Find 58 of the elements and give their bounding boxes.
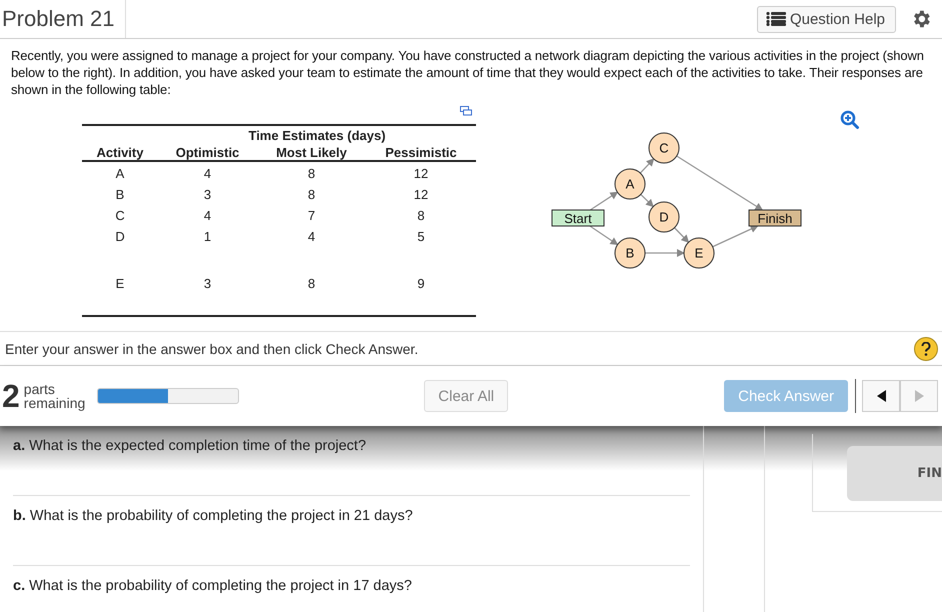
question-text: b. What is the probability of completing the project in 21 days?: [13, 508, 413, 526]
table-cell-text: 1: [202, 228, 212, 246]
finish-node: Finish: [748, 210, 802, 226]
table-cell-text: 5: [416, 228, 426, 246]
column-heading: Optimistic: [158, 143, 257, 161]
parts-count: 2: [2, 378, 20, 414]
table-cell: 8: [257, 161, 366, 183]
column-heading: Most Likely: [257, 143, 366, 161]
activity-node: D: [648, 202, 680, 232]
zoom-in-icon[interactable]: [840, 110, 860, 130]
column-heading: Activity: [82, 143, 158, 161]
table-cell: E: [82, 246, 158, 316]
activity-node: E: [684, 238, 714, 268]
table-cell-text: 4: [306, 228, 316, 246]
arrow: [712, 225, 759, 248]
arrow: [640, 194, 654, 208]
table-cell: 12: [366, 161, 476, 183]
table-cell-text: 8: [416, 207, 426, 225]
table-cell-text: 12: [412, 186, 430, 204]
activity-node: B: [614, 238, 646, 268]
table-cell-text: 8: [306, 186, 316, 204]
problem-description: Recently, you were assigned to manage a project for your company. You have constructed a network diagram depicting the various activities in the project (shown below to the right). In addition, you have asked your team to estimate the amount of time that they would expect each of the activities to take. Their responses are shown in the following table:: [10, 47, 925, 98]
right-triangle-icon: [914, 390, 924, 402]
instruction-text: Enter your answer in the answer box and then click Check Answer.: [5, 340, 418, 356]
activity-node: A: [614, 168, 646, 200]
question-text: a. What is the expected completion time of the project?: [13, 438, 366, 456]
remaining-label: remaining: [24, 396, 86, 410]
column-heading: Pessimistic: [366, 143, 476, 161]
start-node: Start: [552, 210, 604, 226]
table-cell: 4: [158, 161, 257, 183]
table-cell: 8: [257, 246, 366, 316]
arrow: [645, 249, 685, 257]
parts-label: parts: [24, 382, 56, 396]
table-cell-text: B: [114, 186, 126, 204]
table-cell: 3: [158, 246, 257, 316]
previous-button[interactable]: [862, 380, 900, 412]
table-cell: A: [82, 161, 158, 183]
question-text: c. What is the probability of completing the project in 17 days?: [13, 578, 412, 594]
activity-node: C: [648, 132, 680, 164]
table-group-heading: Time Estimates (days): [158, 125, 476, 143]
arrow: [640, 158, 654, 174]
arrow: [590, 225, 618, 246]
table-cell-text: 3: [202, 186, 212, 204]
question-help-button[interactable]: Question Help: [756, 6, 896, 32]
help-icon[interactable]: [914, 336, 938, 360]
left-triangle-icon: [876, 390, 886, 402]
table-cell-text: D: [114, 228, 126, 246]
arrow: [590, 192, 618, 211]
problem-title: Problem 21: [0, 0, 126, 38]
copy-icon[interactable]: [460, 106, 472, 116]
table-cell: 9: [366, 246, 476, 316]
arrow: [674, 227, 690, 243]
table-cell-text: C: [114, 207, 126, 225]
finish-button[interactable]: FIN: [847, 446, 942, 501]
table-cell-text: 7: [306, 207, 316, 225]
list-icon: [766, 12, 786, 26]
clear-all-button[interactable]: Clear All: [424, 380, 508, 412]
table-cell-text: 4: [202, 207, 212, 225]
